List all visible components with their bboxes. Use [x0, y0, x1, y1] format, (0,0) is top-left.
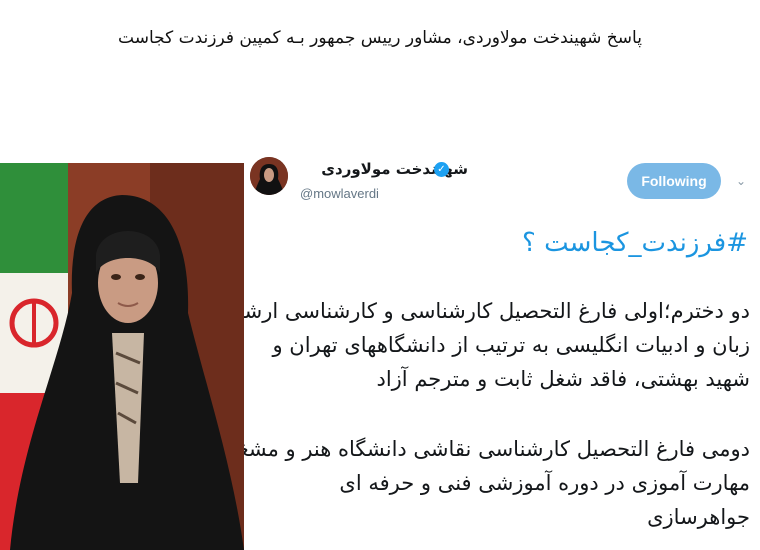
hashtag-link[interactable]: #فرزندت_کجاست ؟ — [522, 228, 748, 258]
tweet-line: مهارت آموزی در دوره آموزشی فنی و حرفه ای — [339, 471, 750, 495]
tweet-paragraph-2: دومی فارغ التحصیل کارشناسی نقاشی دانشگاه… — [244, 432, 750, 534]
tweet-line: دومی فارغ التحصیل کارشناسی نقاشی دانشگاه… — [244, 437, 750, 461]
tweet-card: شهیندخت مولاوردی ✓ @mowlaverdi Following… — [244, 150, 760, 550]
headline: پاسخ شهیندخت مولاوردی، مشاور رییس جمهور … — [118, 28, 642, 48]
portrait-photo — [0, 163, 244, 550]
tweet-line: زبان و ادبیات انگلیسی به ترتیب از دانشگا… — [272, 333, 750, 357]
tweet-line: جواهرسازی — [647, 505, 750, 529]
tweet-line: دو دخترم؛اولی فارغ التحصیل کارشناسی و کا… — [244, 299, 750, 323]
chevron-down-icon[interactable]: ⌄ — [736, 174, 746, 188]
user-handle[interactable]: @mowlaverdi — [300, 186, 379, 201]
tweet-header: شهیندخت مولاوردی ✓ @mowlaverdi Following… — [244, 150, 760, 210]
tweet-paragraph-1: دو دخترم؛اولی فارغ التحصیل کارشناسی و کا… — [244, 294, 750, 396]
avatar[interactable] — [250, 157, 288, 195]
following-button[interactable]: Following — [627, 163, 721, 199]
verified-icon: ✓ — [434, 162, 449, 177]
tweet-line: شهید بهشتی، فاقد شغل ثابت و مترجم آزاد — [376, 367, 750, 391]
